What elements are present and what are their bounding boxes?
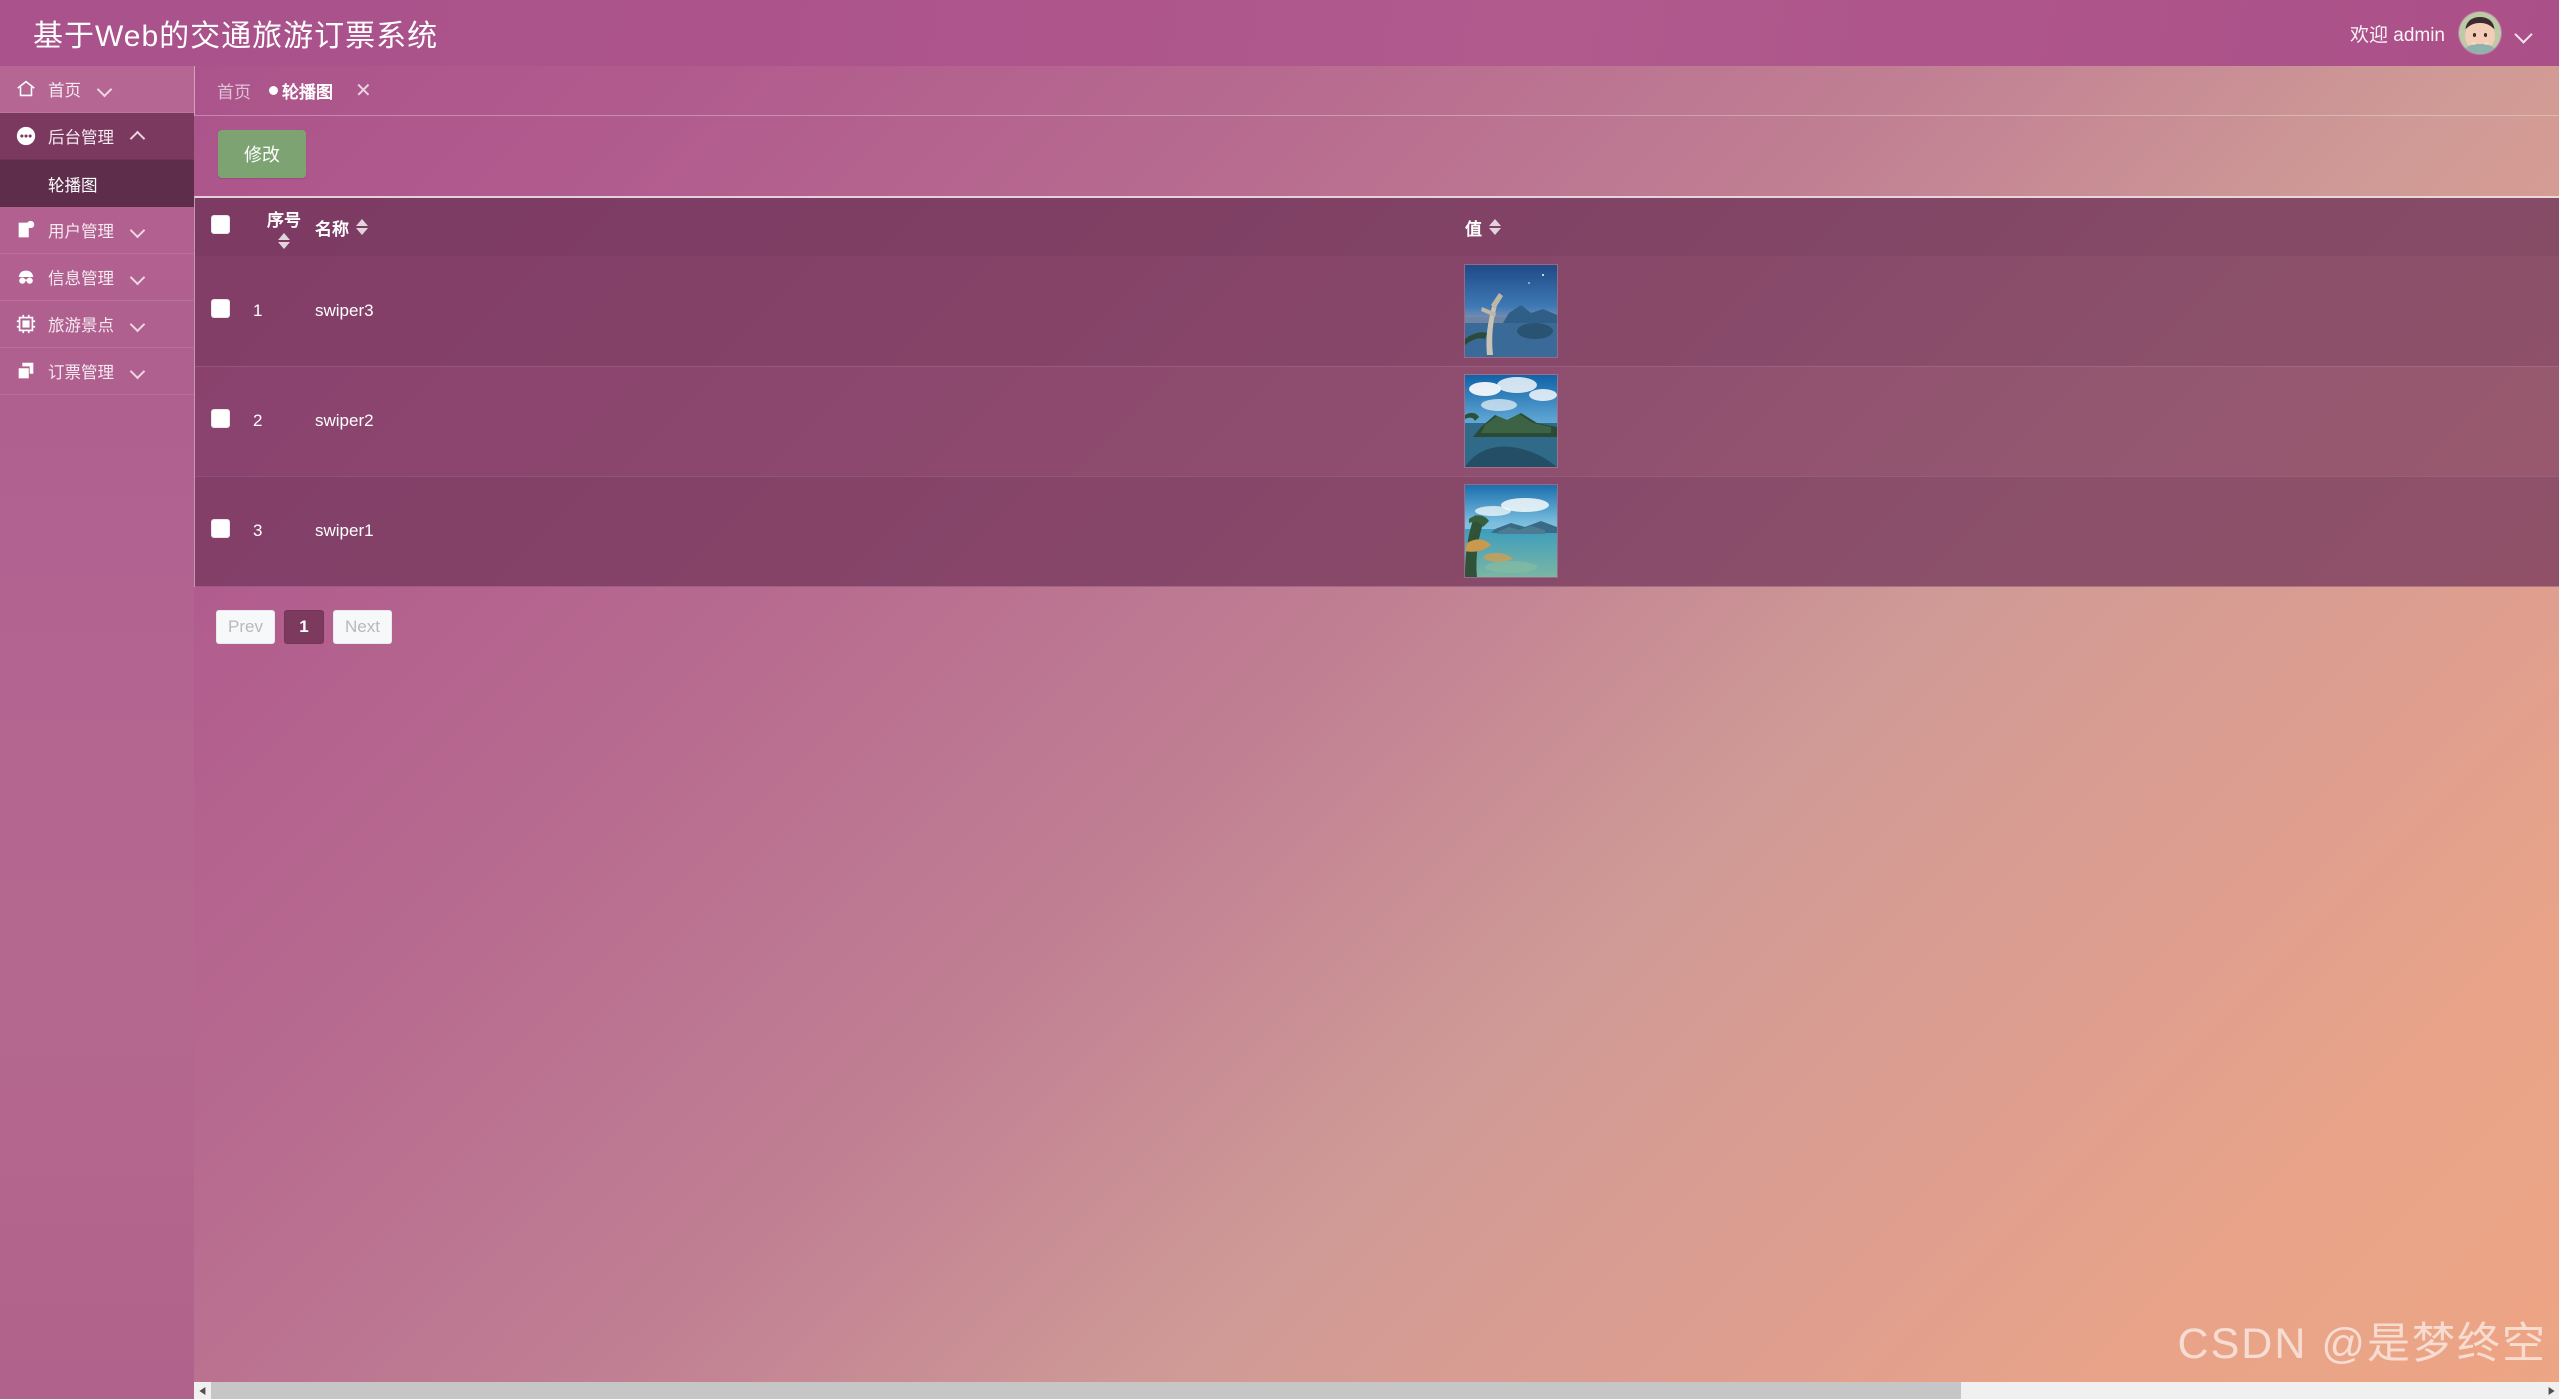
row-checkbox[interactable] xyxy=(211,298,230,318)
row-checkbox[interactable] xyxy=(211,519,230,538)
row-index: 2 xyxy=(253,411,263,430)
table-head: 序号 名称 值 xyxy=(195,198,2559,256)
sidebar-item-tourist-attractions[interactable]: 旅游景点 xyxy=(0,301,194,348)
sort-arrows-icon[interactable] xyxy=(1489,219,1501,235)
sort-arrows-icon[interactable] xyxy=(356,219,368,235)
sidebar-item-carousel[interactable]: 轮播图 xyxy=(0,160,194,207)
header-name-label: 名称 xyxy=(315,219,349,239)
sidebar-item-label: 首页 xyxy=(48,82,81,100)
horizontal-scrollbar[interactable] xyxy=(194,1382,2559,1399)
sidebar: 首页 后台管理 轮播图 用户管理 信息管理 旅游景点 订票管理 xyxy=(0,66,194,1399)
row-checkbox-cell xyxy=(195,476,253,586)
row-checkbox-cell xyxy=(195,256,253,366)
header-value-label: 值 xyxy=(1465,219,1482,239)
sidebar-subitem-label: 轮播图 xyxy=(48,176,98,195)
header-select-all xyxy=(195,198,253,256)
table-row[interactable]: 3 swiper1 xyxy=(195,476,2559,586)
sidebar-item-backend-management[interactable]: 后台管理 xyxy=(0,113,194,160)
row-checkbox[interactable] xyxy=(211,409,230,428)
table-row[interactable]: 1 swiper3 xyxy=(195,256,2559,366)
table-row[interactable]: 2 swiper2 xyxy=(195,366,2559,476)
header-index-label: 序号 xyxy=(267,210,301,230)
avatar[interactable] xyxy=(2459,12,2501,54)
header-value[interactable]: 值 xyxy=(1465,198,2559,256)
sidebar-item-user-management[interactable]: 用户管理 xyxy=(0,207,194,254)
data-table: 序号 名称 值 1 swiper3 2 swiper2 3 swiper1 xyxy=(195,198,2559,587)
sidebar-item-info-management[interactable]: 信息管理 xyxy=(0,254,194,301)
sort-arrows-icon[interactable] xyxy=(278,232,290,249)
sidebar-item-label: 用户管理 xyxy=(48,223,114,241)
welcome-text: 欢迎 admin xyxy=(2349,24,2445,46)
note-badge-icon xyxy=(15,219,37,241)
header-index[interactable]: 序号 xyxy=(253,198,315,256)
pagination-page-1[interactable]: 1 xyxy=(283,609,324,644)
table-header-row: 序号 名称 值 xyxy=(195,198,2559,256)
sidebar-item-label: 旅游景点 xyxy=(48,317,114,335)
row-index: 3 xyxy=(253,521,263,540)
row-value xyxy=(1465,366,2559,476)
row-name: swiper3 xyxy=(315,300,374,320)
main-content: 首页 轮播图 ✕ 修改 序号 名称 值 1 swiper3 2 swiper2 … xyxy=(194,66,2559,1385)
app-header: 基于Web的交通旅游订票系统 欢迎 admin xyxy=(0,0,2559,66)
pagination-next-button[interactable]: Next xyxy=(332,609,392,644)
scrollbar-track[interactable] xyxy=(211,1382,2542,1399)
chevron-down-icon[interactable] xyxy=(98,82,112,96)
row-index: 1 xyxy=(253,300,263,320)
chevron-down-icon[interactable] xyxy=(131,270,145,284)
sidebar-item-label: 后台管理 xyxy=(48,129,114,147)
pagination: Prev 1 Next xyxy=(194,587,2559,644)
tab-active-dot xyxy=(269,86,278,95)
sidebar-item-ticket-management[interactable]: 订票管理 xyxy=(0,348,194,395)
dots-circle-icon xyxy=(15,125,37,147)
incognito-glasses-icon xyxy=(15,266,37,288)
chevron-down-icon[interactable] xyxy=(131,223,145,237)
chip-icon xyxy=(15,313,37,335)
chevron-up-icon[interactable] xyxy=(131,129,145,143)
header-name[interactable]: 名称 xyxy=(315,198,1465,256)
copy-layers-icon xyxy=(15,360,37,382)
thumbnail-image-swiper2[interactable] xyxy=(1465,375,1557,467)
chevron-down-icon[interactable] xyxy=(131,317,145,331)
chevron-down-icon[interactable] xyxy=(131,364,145,378)
sidebar-item-home[interactable]: 首页 xyxy=(0,66,194,113)
thumbnail-image-swiper1[interactable] xyxy=(1465,485,1557,577)
sidebar-item-label: 订票管理 xyxy=(48,364,114,382)
table-body: 1 swiper3 2 swiper2 3 swiper1 xyxy=(195,256,2559,586)
triangle-left-icon[interactable] xyxy=(194,1382,211,1399)
carousel-table: 序号 名称 值 1 swiper3 2 swiper2 3 swiper1 xyxy=(194,196,2559,587)
tab-label: 轮播图 xyxy=(282,83,333,102)
pagination-prev-button[interactable]: Prev xyxy=(216,609,275,644)
tab-bar: 首页 轮播图 ✕ xyxy=(194,66,2559,116)
chevron-down-icon[interactable] xyxy=(2515,24,2533,42)
modify-button[interactable]: 修改 xyxy=(218,130,306,178)
home-icon xyxy=(15,78,37,100)
select-all-checkbox[interactable] xyxy=(211,215,230,234)
row-value xyxy=(1465,476,2559,586)
header-user-area: 欢迎 admin xyxy=(2350,12,2559,54)
thumbnail-image-swiper3[interactable] xyxy=(1465,264,1557,357)
row-value xyxy=(1465,256,2559,366)
tab-carousel[interactable]: 轮播图 xyxy=(269,78,333,103)
row-name: swiper1 xyxy=(315,521,374,540)
close-icon[interactable]: ✕ xyxy=(355,81,372,101)
sidebar-bottom-filler xyxy=(0,1382,194,1399)
row-name: swiper2 xyxy=(315,411,374,430)
scrollbar-thumb[interactable] xyxy=(211,1382,1961,1399)
triangle-right-icon[interactable] xyxy=(2542,1382,2559,1399)
sidebar-item-label: 信息管理 xyxy=(48,270,114,288)
toolbar: 修改 xyxy=(194,116,2559,178)
row-checkbox-cell xyxy=(195,366,253,476)
page-title: 基于Web的交通旅游订票系统 xyxy=(33,20,439,53)
tab-home[interactable]: 首页 xyxy=(217,78,251,103)
